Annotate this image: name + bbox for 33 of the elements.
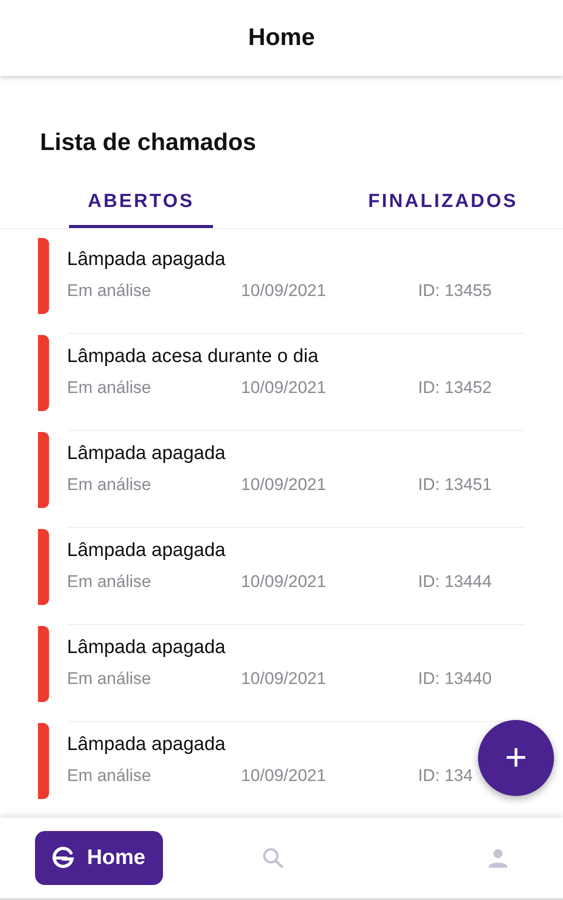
section-title: Lista de chamados (40, 128, 258, 158)
add-button[interactable]: + (478, 720, 554, 796)
ticket-id: ID: 13444 (418, 572, 492, 592)
ticket-status: Em análise (67, 669, 152, 689)
page-title: Home (248, 24, 315, 52)
ticket-date: 10/09/2021 (241, 475, 328, 495)
ticket-title[interactable]: Lâmpada acesa durante o dia (67, 345, 318, 369)
ticket-date: 10/09/2021 (241, 378, 328, 398)
ticket-id: ID: 134 (418, 766, 473, 786)
ticket-title[interactable]: Lâmpada apagada (67, 248, 226, 272)
ticket-date: 10/09/2021 (241, 281, 328, 301)
ticket-title[interactable]: Lâmpada apagada (67, 442, 226, 466)
home-nav-button[interactable]: Home (35, 831, 164, 885)
search-nav-button[interactable] (260, 845, 286, 871)
ticket-status: Em análise (67, 572, 152, 592)
ticket-status: Em análise (67, 475, 152, 495)
search-icon (260, 845, 286, 871)
ticket-date: 10/09/2021 (241, 572, 328, 592)
ticket-id: ID: 13451 (418, 475, 492, 495)
ticket-date: 10/09/2021 (241, 669, 328, 689)
ticket-status: Em análise (67, 378, 152, 398)
ticket-id: ID: 13455 (418, 281, 492, 301)
ticket-id: ID: 13440 (418, 669, 492, 689)
ticket-title[interactable]: Lâmpada apagada (67, 733, 226, 757)
ticket-status: Em análise (67, 281, 152, 301)
tab[interactable]: ABERTOS (69, 178, 213, 228)
tab[interactable]: FINALIZADOS (213, 178, 563, 228)
ticket-title[interactable]: Lâmpada apagada (67, 636, 226, 660)
ticket-id: ID: 13452 (418, 378, 492, 398)
ticket-title[interactable]: Lâmpada apagada (67, 539, 226, 563)
ticket-date: 10/09/2021 (241, 766, 328, 786)
ticket-status: Em análise (67, 766, 152, 786)
logo-icon (51, 846, 75, 870)
